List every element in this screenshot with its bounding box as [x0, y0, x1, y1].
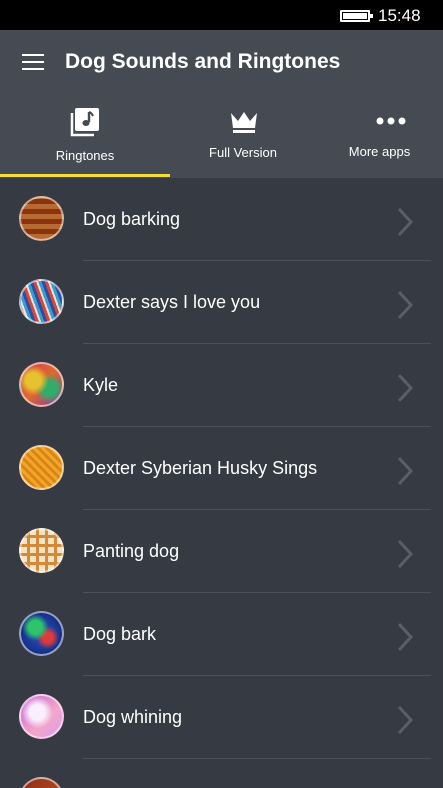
tab-ringtones[interactable]: Ringtones — [0, 102, 170, 178]
chevron-right-icon — [397, 290, 414, 320]
app-header: Dog Sounds and Ringtones Ringtones Full … — [0, 30, 443, 178]
list-item-label: Panting dog — [83, 541, 180, 561]
chevron-right-icon — [397, 373, 414, 403]
ringtone-thumbnail — [19, 196, 64, 241]
list-item[interactable]: Kyle — [0, 344, 443, 427]
list-item-label: Kyle — [83, 375, 119, 395]
ringtone-thumbnail — [19, 777, 64, 788]
list-item[interactable]: Dexter Syberian Husky Sings — [0, 427, 443, 510]
list-item-label: Dog bark — [83, 624, 157, 644]
list-item[interactable]: Dog whining — [0, 676, 443, 759]
ringtone-thumbnail — [19, 362, 64, 407]
status-bar: 15:48 — [0, 0, 443, 30]
list-item-label: Dexter Syberian Husky Sings — [83, 458, 318, 478]
ringtone-thumbnail — [19, 528, 64, 573]
ringtone-thumbnail — [19, 279, 64, 324]
crown-icon — [231, 112, 257, 133]
tab-more-apps[interactable]: More apps — [316, 102, 443, 178]
list-item[interactable] — [0, 759, 443, 788]
tab-ringtones-label: Ringtones — [55, 148, 115, 163]
more-dots-icon — [376, 117, 406, 125]
tab-more-apps-label: More apps — [348, 144, 411, 159]
list-item[interactable]: Dexter says I love you — [0, 261, 443, 344]
list-item-label: Dog whining — [83, 707, 183, 727]
chevron-right-icon — [397, 622, 414, 652]
selected-tab-indicator — [0, 174, 170, 177]
list-item[interactable]: Panting dog — [0, 510, 443, 593]
ringtone-thumbnail — [19, 445, 64, 490]
music-note-icon — [70, 108, 99, 137]
chevron-right-icon — [397, 539, 414, 569]
ringtone-thumbnail — [19, 694, 64, 739]
list-item-label: Dexter says I love you — [83, 292, 261, 312]
chevron-right-icon — [397, 456, 414, 486]
status-time: 15:48 — [378, 6, 421, 25]
battery-icon — [340, 10, 373, 22]
chevron-right-icon — [397, 207, 414, 237]
tab-full-version-label: Full Version — [209, 145, 277, 160]
page-title: Dog Sounds and Ringtones — [65, 50, 341, 73]
list-item[interactable]: Dog barking — [0, 178, 443, 261]
list-item-label: Dog barking — [83, 209, 181, 229]
hamburger-menu-icon[interactable] — [22, 54, 44, 70]
tab-full-version[interactable]: Full Version — [170, 102, 316, 178]
ringtone-thumbnail — [19, 611, 64, 656]
chevron-right-icon — [397, 705, 414, 735]
list-item[interactable]: Dog bark — [0, 593, 443, 676]
